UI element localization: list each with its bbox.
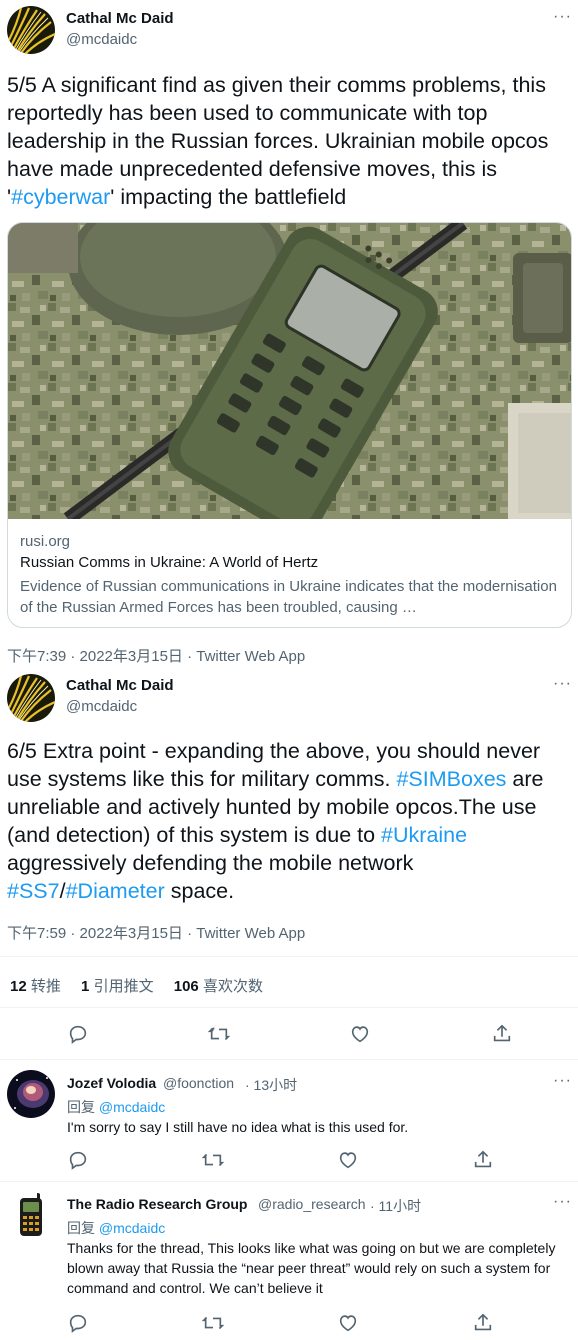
avatar-image	[7, 1070, 55, 1118]
reply-author-name[interactable]: The Radio Research Group	[67, 1196, 247, 1212]
replying-to: 回复 @mcdaidc	[67, 1218, 165, 1238]
more-icon[interactable]: ···	[553, 1193, 572, 1211]
avatar-image	[7, 674, 55, 722]
tweet-text: 5/5 A significant find as given their co…	[7, 71, 575, 211]
quotes-stat[interactable]: 1 引用推文	[81, 978, 154, 995]
retweets-stat[interactable]: 12 转推	[10, 978, 61, 995]
reply-time[interactable]: · 11小时	[370, 1196, 421, 1216]
reply-avatar[interactable]	[7, 1070, 55, 1118]
divider	[0, 956, 578, 957]
reply-author-handle[interactable]: @foonction	[163, 1075, 234, 1091]
reply-prefix: 回复	[67, 1099, 95, 1115]
tweet-timestamp[interactable]: 下午7:59 · 2022年3月15日 · Twitter Web App	[7, 922, 305, 943]
share-icon[interactable]	[472, 1149, 496, 1173]
tweet-1: Cathal Mc Daid @mcdaidc ··· 5/5 A signif…	[0, 0, 578, 670]
hashtag-link[interactable]: #SS7	[7, 879, 60, 903]
card-image	[8, 223, 571, 519]
author-avatar[interactable]	[7, 6, 55, 54]
reply-icon[interactable]	[67, 1312, 91, 1336]
reply-time[interactable]: · 13小时	[245, 1075, 297, 1095]
tweet-text: 6/5 Extra point - expanding the above, y…	[7, 737, 575, 905]
reply-text: I'm sorry to say I still have no idea wh…	[67, 1119, 409, 1135]
author-handle[interactable]: @mcdaidc	[66, 698, 137, 715]
quotes-count: 1	[81, 978, 90, 995]
author-name[interactable]: Cathal Mc Daid	[66, 677, 174, 694]
replying-to: 回复 @mcdaidc	[67, 1097, 165, 1117]
hashtag-link[interactable]: #SIMBoxes	[396, 767, 506, 791]
reply-to-handle[interactable]: @mcdaidc	[99, 1220, 165, 1236]
author-name[interactable]: Cathal Mc Daid	[66, 10, 174, 27]
tweet-text-part: aggressively defending the mobile networ…	[7, 851, 414, 875]
link-card[interactable]: rusi.org Russian Comms in Ukraine: A Wor…	[7, 222, 572, 628]
more-icon[interactable]: ···	[553, 675, 572, 693]
hashtag-link[interactable]: #Ukraine	[381, 823, 467, 847]
retweet-icon[interactable]	[201, 1149, 226, 1173]
share-icon[interactable]	[491, 1023, 515, 1047]
card-description: Evidence of Russian communications in Uk…	[20, 578, 557, 616]
tweet-text-part: space.	[164, 879, 235, 903]
reply-icon[interactable]	[67, 1149, 91, 1173]
retweet-icon[interactable]	[201, 1312, 226, 1336]
retweet-icon[interactable]	[207, 1023, 232, 1047]
reply-to-handle[interactable]: @mcdaidc	[99, 1099, 165, 1115]
avatar-image	[7, 1192, 55, 1240]
author-avatar[interactable]	[7, 674, 55, 722]
likes-count: 106	[173, 978, 199, 995]
tweet-text-part: ' impacting the battlefield	[110, 185, 347, 209]
reply-avatar[interactable]	[7, 1192, 55, 1240]
hashtag-link[interactable]: #Diameter	[66, 879, 165, 903]
reply-icon[interactable]	[67, 1023, 91, 1047]
more-icon[interactable]: ···	[553, 8, 572, 26]
share-icon[interactable]	[472, 1312, 496, 1336]
reply-prefix: 回复	[67, 1220, 95, 1236]
retweets-count: 12	[10, 978, 27, 995]
likes-label: 喜欢次数	[202, 978, 263, 995]
quotes-label: 引用推文	[93, 978, 154, 995]
reply-author-name[interactable]: Jozef Volodia	[67, 1075, 156, 1091]
reply-2[interactable]: The Radio Research Group @radio_research…	[0, 1182, 578, 1340]
tweet-stats: 12 转推 1 引用推文 106 喜欢次数	[10, 975, 279, 996]
retweets-label: 转推	[30, 978, 61, 995]
like-icon[interactable]	[337, 1149, 361, 1173]
tweet-timestamp[interactable]: 下午7:39 · 2022年3月15日 · Twitter Web App	[7, 645, 305, 666]
reply-author-handle[interactable]: @radio_research	[258, 1196, 366, 1212]
more-icon[interactable]: ···	[553, 1072, 572, 1090]
hashtag-link[interactable]: #cyberwar	[11, 185, 110, 209]
reply-text: Thanks for the thread, This looks like w…	[67, 1240, 556, 1296]
likes-stat[interactable]: 106 喜欢次数	[174, 978, 263, 995]
author-handle[interactable]: @mcdaidc	[66, 31, 137, 48]
avatar-image	[7, 6, 55, 54]
card-domain: rusi.org	[20, 533, 71, 550]
reply-1[interactable]: Jozef Volodia @foonction · 13小时 ··· 回复 @…	[0, 1060, 578, 1180]
like-icon[interactable]	[349, 1023, 373, 1047]
like-icon[interactable]	[337, 1312, 361, 1336]
divider	[0, 1007, 578, 1008]
card-title: Russian Comms in Ukraine: A World of Her…	[20, 554, 319, 571]
